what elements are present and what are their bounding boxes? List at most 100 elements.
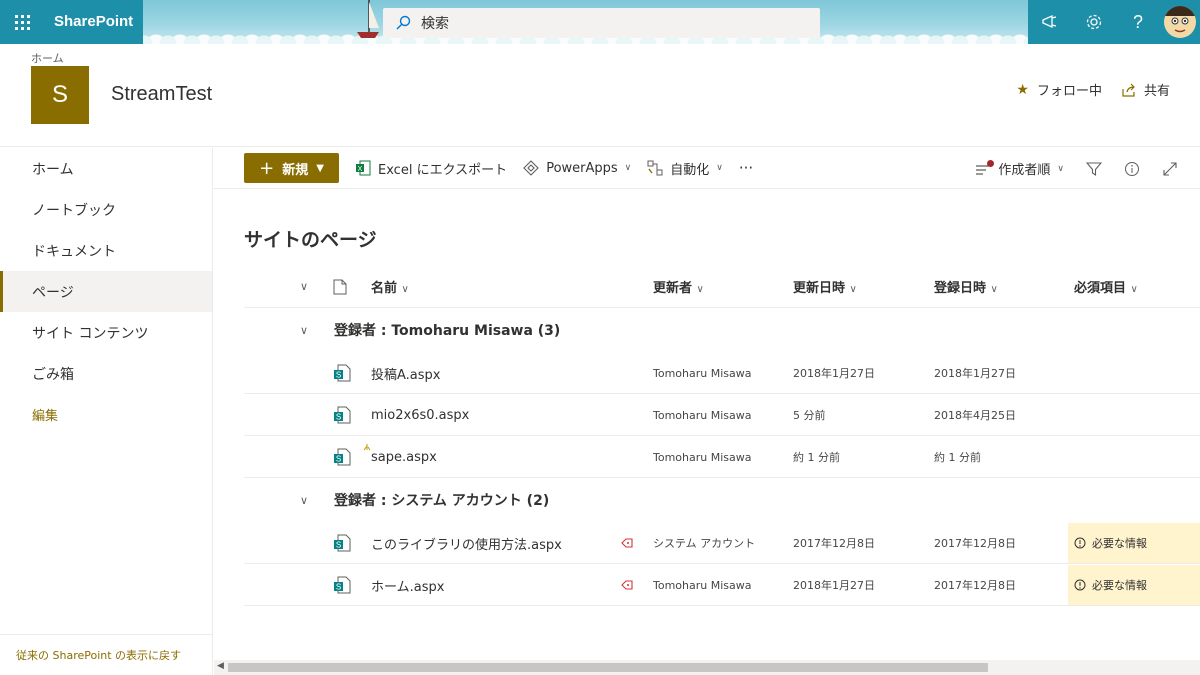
table-row[interactable]: S ホーム.aspx Tomoharu Misawa 2018年1月27日 20…: [244, 565, 1200, 606]
sharepoint-brand-link[interactable]: SharePoint: [44, 0, 144, 44]
app-launcher-button[interactable]: [0, 0, 44, 44]
sharepoint-page-icon: S: [334, 406, 351, 424]
required-info-label: 必要な情報: [1092, 537, 1147, 550]
suite-bar: SharePoint 検索 ?: [0, 0, 1200, 44]
powerapps-icon: [523, 160, 539, 176]
modified-by[interactable]: システム アカウント: [653, 535, 755, 551]
sort-label: 作成者順: [998, 163, 1051, 178]
group-title: 登録者 : Tomoharu Misawa (3): [334, 323, 561, 339]
table-row[interactable]: S 投稿A.aspx Tomoharu Misawa 2018年1月27日 20…: [244, 353, 1200, 394]
scrollbar-thumb[interactable]: [228, 663, 988, 672]
chevron-down-icon[interactable]: ∨: [300, 494, 308, 507]
promoted-pin-icon: [621, 538, 633, 548]
promoted-pin-icon: [621, 580, 633, 590]
created-date: 2018年4月25日: [934, 409, 1016, 422]
search-input[interactable]: 検索: [421, 13, 449, 33]
site-logo[interactable]: S: [31, 66, 89, 124]
table-row[interactable]: S mio2x6s0.aspx Tomoharu Misawa 5 分前 201…: [244, 395, 1200, 436]
help-button[interactable]: ?: [1116, 0, 1160, 44]
required-info-label: 必要な情報: [1092, 579, 1147, 592]
nav-edit-link[interactable]: 編集: [0, 394, 212, 435]
suite-actions: ?: [1028, 0, 1200, 44]
required-info-cell[interactable]: 必要な情報: [1068, 523, 1200, 563]
feedback-button[interactable]: [1028, 0, 1072, 44]
group-title: 登録者 : システム アカウント (2): [334, 493, 550, 509]
file-type-header-icon[interactable]: [333, 279, 347, 295]
modified-by[interactable]: Tomoharu Misawa: [653, 367, 751, 380]
info-button[interactable]: [1124, 161, 1140, 177]
page-title: サイトのページ: [244, 229, 377, 251]
sharepoint-page-icon: S: [334, 534, 351, 552]
more-button[interactable]: ···: [739, 159, 753, 177]
info-icon: [1074, 579, 1086, 591]
gear-icon: [1086, 14, 1102, 30]
column-header-modified-by[interactable]: 更新者 ∨: [653, 277, 704, 296]
account-button[interactable]: [1160, 0, 1200, 44]
horizontal-scrollbar[interactable]: ◀: [214, 660, 1200, 675]
svg-text:S: S: [336, 371, 341, 380]
nav-item-recycle-bin[interactable]: ごみ箱: [0, 353, 212, 394]
export-excel-button[interactable]: X Excel にエクスポート: [355, 159, 507, 178]
automate-button[interactable]: 自動化 ∨: [647, 159, 723, 178]
column-header-name[interactable]: 名前 ∨: [371, 277, 409, 296]
left-navigation: ホーム ノートブック ドキュメント ページ サイト コンテンツ ごみ箱 編集 従…: [0, 148, 213, 675]
excel-icon: X: [356, 160, 371, 176]
nav-item-pages[interactable]: ページ: [0, 271, 212, 312]
sharepoint-page-icon: S: [334, 364, 351, 382]
command-bar: + 新規 ▼ X Excel にエクスポート PowerApps ∨ 自動化 ∨…: [214, 148, 1200, 189]
modified-date: 2018年1月27日: [793, 367, 875, 380]
modified-date: 2017年12月8日: [793, 537, 875, 550]
site-title[interactable]: StreamTest: [111, 83, 212, 106]
classic-view-link[interactable]: 従来の SharePoint の表示に戻す: [0, 634, 212, 675]
column-header-row: ∨ 名前 ∨ 更新者 ∨ 更新日時 ∨ 登録日時 ∨ 必須項目 ∨: [244, 266, 1200, 308]
breadcrumb[interactable]: ホーム: [31, 50, 64, 66]
info-icon: [1074, 537, 1086, 549]
nav-item-notebook[interactable]: ノートブック: [0, 189, 212, 230]
export-excel-label: Excel にエクスポート: [378, 162, 508, 178]
follow-button[interactable]: ★ フォロー中: [1016, 80, 1102, 100]
new-button[interactable]: + 新規 ▼: [244, 153, 339, 183]
nav-item-documents[interactable]: ドキュメント: [0, 230, 212, 271]
column-header-required[interactable]: 必須項目 ∨: [1074, 277, 1138, 296]
settings-button[interactable]: [1072, 0, 1116, 44]
info-icon: [1125, 161, 1139, 176]
share-button[interactable]: 共有: [1122, 80, 1170, 99]
powerapps-button[interactable]: PowerApps ∨: [523, 160, 631, 176]
table-row[interactable]: S このライブラリの使用方法.aspx システム アカウント 2017年12月8…: [244, 523, 1200, 564]
modified-by[interactable]: Tomoharu Misawa: [653, 409, 751, 422]
required-info-cell[interactable]: 必要な情報: [1068, 565, 1200, 605]
filter-button[interactable]: [1086, 161, 1102, 177]
file-name-link[interactable]: sape.aspx: [371, 450, 437, 465]
share-icon: [1122, 83, 1135, 97]
scroll-left-icon[interactable]: ◀: [217, 661, 224, 671]
view-options-button[interactable]: 作成者順 ∨: [975, 159, 1064, 178]
chevron-down-icon: ▼: [316, 162, 324, 174]
file-name-link[interactable]: ホーム.aspx: [371, 576, 444, 595]
column-header-created[interactable]: 登録日時 ∨: [934, 277, 998, 296]
table-row[interactable]: S sape.aspx Tomoharu Misawa 約 1 分前 約 1 分…: [244, 437, 1200, 478]
created-date: 2017年12月8日: [934, 537, 1016, 550]
file-name-link[interactable]: このライブラリの使用方法.aspx: [371, 534, 562, 553]
automate-label: 自動化: [670, 162, 710, 178]
collapse-all-chevron-icon[interactable]: ∨: [300, 280, 308, 293]
svg-text:S: S: [336, 455, 341, 464]
boat-decoration: [357, 0, 379, 38]
nav-item-site-contents[interactable]: サイト コンテンツ: [0, 312, 212, 353]
group-header[interactable]: ∨ 登録者 : システム アカウント (2): [244, 479, 1200, 521]
created-date: 約 1 分前: [934, 451, 981, 464]
chevron-down-icon[interactable]: ∨: [300, 324, 308, 337]
modified-by[interactable]: Tomoharu Misawa: [653, 451, 751, 464]
svg-text:X: X: [358, 166, 363, 173]
powerapps-label: PowerApps: [546, 160, 618, 176]
modified-by[interactable]: Tomoharu Misawa: [653, 579, 751, 592]
sharepoint-page-icon: S: [334, 448, 351, 466]
chevron-down-icon: ∨: [716, 163, 723, 173]
nav-item-home[interactable]: ホーム: [0, 148, 212, 189]
column-header-modified[interactable]: 更新日時 ∨: [793, 277, 857, 296]
file-name-link[interactable]: mio2x6s0.aspx: [371, 408, 469, 423]
group-header[interactable]: ∨ 登録者 : Tomoharu Misawa (3): [244, 309, 1200, 351]
file-name-link[interactable]: 投稿A.aspx: [371, 364, 440, 383]
avatar: [1164, 6, 1196, 38]
fullscreen-button[interactable]: [1162, 161, 1178, 177]
search-box[interactable]: 検索: [383, 8, 820, 38]
